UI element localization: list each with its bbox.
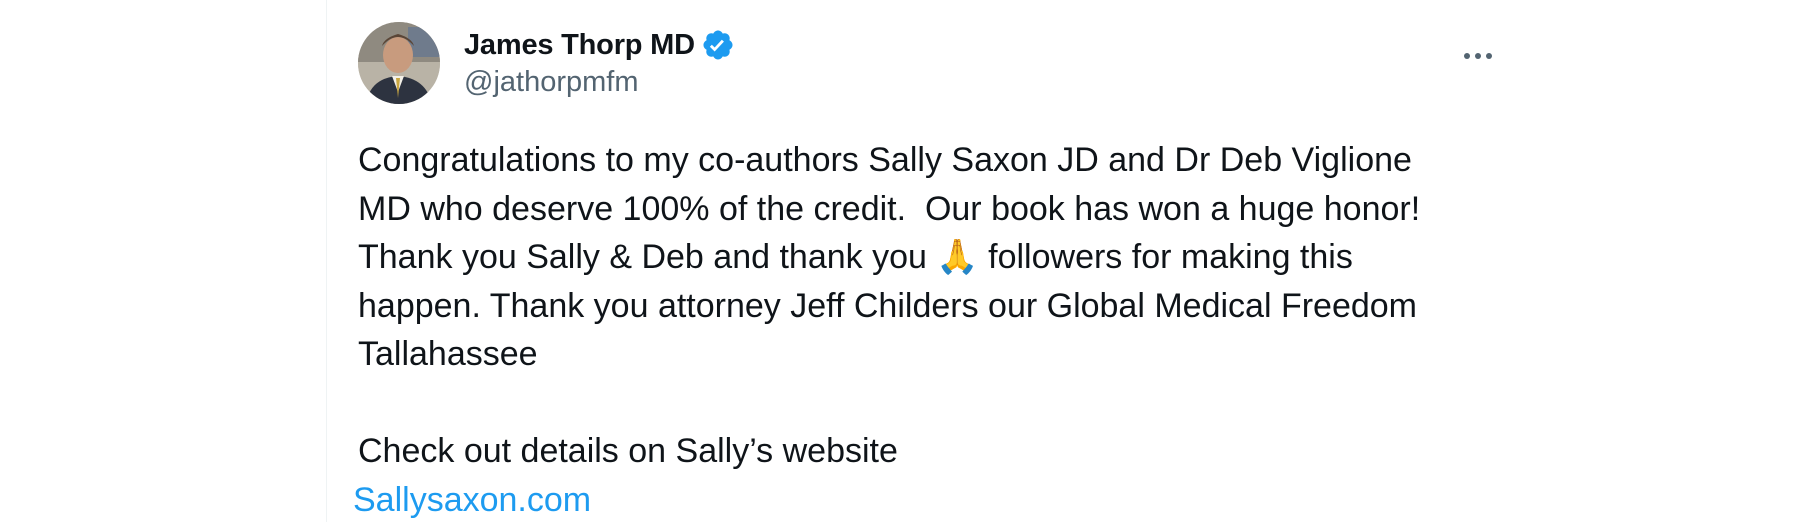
tweet-text-line: happen. Thank you attorney Jeff Childers… xyxy=(358,287,1417,325)
tweet-text-line: Check out details on Sally’s website xyxy=(358,432,898,470)
tweet: James Thorp MD @jathorpmfm Congratulatio… xyxy=(358,22,1498,524)
display-name[interactable]: James Thorp MD xyxy=(464,29,695,62)
more-options-icon[interactable] xyxy=(1458,36,1498,76)
avatar[interactable] xyxy=(358,22,440,104)
folded-hands-emoji-icon: 🙏 xyxy=(936,238,978,276)
tweet-text-line: followers for making this xyxy=(979,238,1353,276)
tweet-text-line: Tallahassee xyxy=(358,335,538,373)
tweet-text-line: Congratulations to my co-authors Sally S… xyxy=(358,141,1412,179)
verified-badge-icon[interactable] xyxy=(701,28,735,62)
website-link[interactable]: Sallysaxon.com xyxy=(353,476,591,524)
tweet-text-line: Thank you Sally & Deb and thank you xyxy=(358,238,936,276)
author-block: James Thorp MD @jathorpmfm xyxy=(464,26,735,99)
timeline-divider xyxy=(326,0,327,522)
tweet-text-line: MD who deserve 100% of the credit. Our b… xyxy=(358,190,1420,228)
name-row: James Thorp MD xyxy=(464,26,735,64)
tweet-header: James Thorp MD @jathorpmfm xyxy=(358,22,1498,106)
handle[interactable]: @jathorpmfm xyxy=(464,66,735,99)
tweet-text: Congratulations to my co-authors Sally S… xyxy=(358,136,1498,476)
